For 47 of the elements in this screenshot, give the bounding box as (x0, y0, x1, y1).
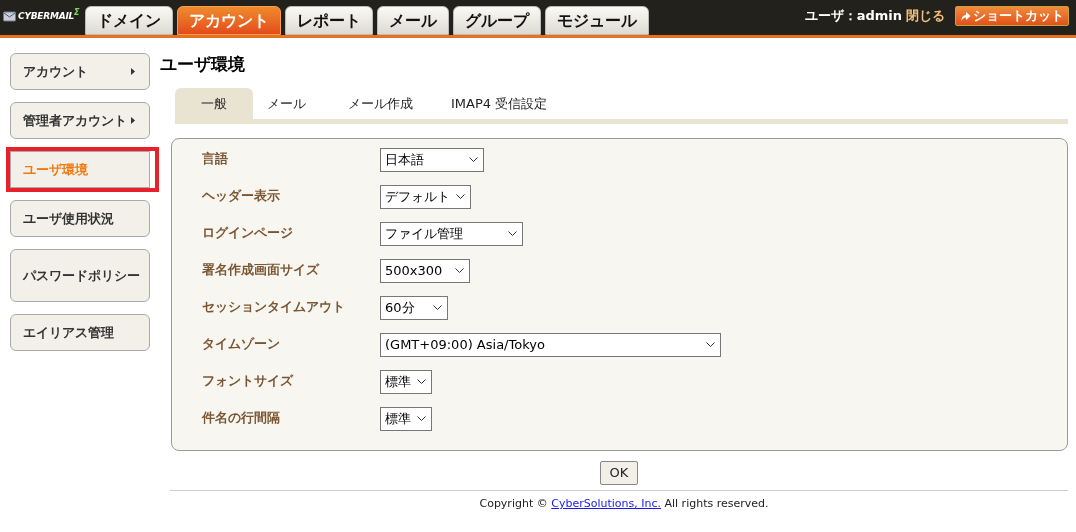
close-link[interactable]: 閉じる (906, 6, 945, 26)
sidebar-item[interactable]: ユーザ使用状況 (10, 200, 150, 237)
copyright-text: Copyright © CyberSolutions, Inc. All rights reserved. (479, 496, 769, 512)
settings-tab[interactable]: メール (253, 88, 346, 119)
chevron-down-icon (455, 268, 464, 274)
chevron-down-icon (706, 342, 715, 348)
dropdown[interactable]: 標準 (380, 407, 432, 431)
nav-tab[interactable]: モジュール (545, 6, 650, 35)
arrow-icon (960, 10, 971, 22)
setting-label: ヘッダー表示 (202, 187, 281, 205)
envelope-icon (3, 10, 16, 22)
setting-label: タイムゾーン (202, 335, 281, 353)
dropdown[interactable]: 日本語 (380, 148, 484, 172)
chevron-down-icon (417, 379, 426, 385)
settings-tab[interactable]: メール作成 (346, 88, 449, 119)
setting-label: ログインページ (202, 224, 294, 242)
settings-tab[interactable]: IMAP4 受信設定 (449, 88, 550, 119)
setting-label: 言語 (202, 150, 229, 168)
chevron-down-icon (417, 416, 426, 422)
sidebar-item[interactable]: アカウント (10, 53, 150, 90)
dropdown[interactable]: デフォルト (380, 185, 471, 209)
page-title: ユーザ環境 (160, 53, 246, 76)
nav-tab[interactable]: ドメイン (85, 6, 174, 35)
sidebar-item[interactable]: パスワードポリシー (10, 249, 150, 302)
setting-label: 署名作成画面サイズ (202, 261, 321, 279)
chevron-down-icon (508, 231, 517, 237)
dropdown[interactable]: (GMT+09:00) Asia/Tokyo (380, 333, 721, 357)
dropdown[interactable]: 60分 (380, 296, 448, 320)
nav-tab[interactable]: メール (377, 6, 450, 35)
dropdown[interactable]: ファイル管理 (380, 222, 523, 246)
ok-button[interactable]: OK (599, 461, 639, 485)
dropdown[interactable]: 標準 (380, 370, 432, 394)
setting-label: セッションタイムアウト (202, 298, 346, 316)
dropdown[interactable]: 500x300 (380, 259, 470, 283)
setting-label: フォントサイズ (202, 372, 295, 390)
chevron-down-icon (469, 157, 478, 163)
nav-tab[interactable]: レポート (285, 6, 374, 35)
sidebar-item[interactable]: エイリアス管理 (10, 314, 150, 351)
logo-text: CYBERMAIL$^{Σ}$ (18, 9, 80, 23)
nav-tab[interactable]: グループ (453, 6, 542, 35)
setting-label: 件名の行間隔 (202, 409, 281, 427)
settings-tab[interactable]: 一般 (175, 88, 253, 119)
company-link[interactable]: CyberSolutions, Inc. (551, 497, 661, 510)
chevron-down-icon (433, 305, 442, 311)
chevron-down-icon (456, 194, 465, 200)
user-label: ユーザ：admin (804, 7, 902, 26)
sidebar-item[interactable]: 管理者アカウント (10, 102, 150, 139)
